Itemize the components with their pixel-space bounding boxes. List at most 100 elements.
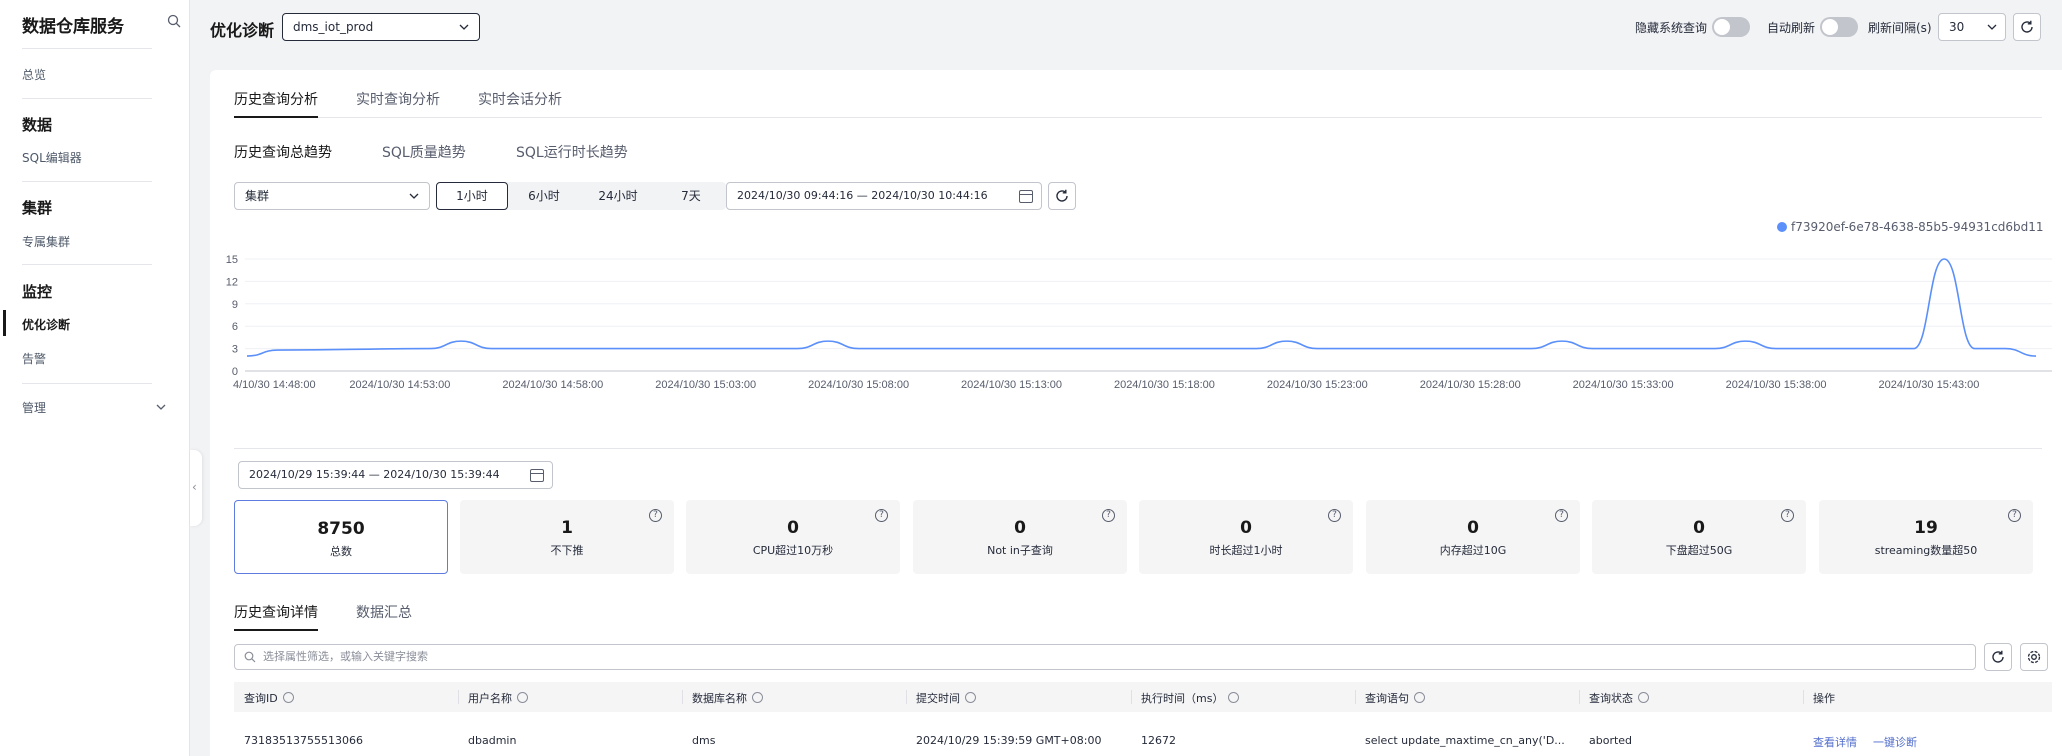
column-header-label: 用户名称 xyxy=(468,692,512,705)
sidebar-collapse-button[interactable]: ‹ xyxy=(190,450,202,526)
help-icon[interactable]: ? xyxy=(1555,509,1568,522)
table-cell-id: 73183513755513066 xyxy=(244,734,363,747)
sort-icon[interactable] xyxy=(517,692,528,703)
sidebar-item-manage[interactable]: 管理 xyxy=(22,399,46,416)
stat-card[interactable]: 0 Not in子查询? xyxy=(913,500,1127,574)
x-tick-label: 2024/10/30 14:53:00 xyxy=(349,379,450,391)
range-1h-button[interactable]: 1小时 xyxy=(436,182,508,210)
calendar-icon xyxy=(1019,190,1033,203)
table-cell-time: 2024/10/29 15:39:59 GMT+08:00 xyxy=(916,734,1102,747)
tab-history-query[interactable]: 历史查询分析 xyxy=(234,89,318,109)
tab-realtime-session[interactable]: 实时会话分析 xyxy=(478,89,562,109)
sidebar: 数据仓库服务 总览 数据 SQL编辑器 集群 专属集群 监控 优化诊断 告警 管… xyxy=(0,0,190,756)
search-placeholder: 选择属性筛选，或输入关键字搜索 xyxy=(263,650,428,663)
sidebar-group-cluster: 集群 xyxy=(22,199,53,217)
hide-system-query-label: 隐藏系统查询 xyxy=(1635,21,1708,35)
stat-label: 总数 xyxy=(330,545,352,558)
table-settings-button[interactable] xyxy=(2020,643,2048,671)
sort-icon[interactable] xyxy=(965,692,976,703)
help-icon[interactable]: ? xyxy=(1328,509,1341,522)
column-header: 操作 xyxy=(1813,690,1835,706)
database-select[interactable]: dms_iot_prod xyxy=(282,13,480,41)
sort-icon[interactable] xyxy=(752,692,763,703)
table-refresh-button[interactable] xyxy=(1984,643,2012,671)
sidebar-item-overview[interactable]: 总览 xyxy=(22,66,46,83)
table-cell-status: aborted xyxy=(1589,734,1633,747)
column-header[interactable]: 提交时间 xyxy=(916,690,976,706)
stat-card[interactable]: 19 streaming数量超50? xyxy=(1819,500,2033,574)
stat-card[interactable]: 0 下盘超过50G? xyxy=(1592,500,1806,574)
sidebar-item-alarm[interactable]: 告警 xyxy=(22,350,46,367)
range-7d-button[interactable]: 7天 xyxy=(656,182,726,210)
stat-card[interactable]: 1 不下推? xyxy=(460,500,674,574)
sidebar-item-optimization[interactable]: 优化诊断 xyxy=(22,316,70,333)
column-header[interactable]: 查询语句 xyxy=(1365,690,1425,706)
tab-history-detail[interactable]: 历史查询详情 xyxy=(234,602,318,622)
sidebar-item-sql-editor[interactable]: SQL编辑器 xyxy=(22,149,82,166)
tab-data-summary[interactable]: 数据汇总 xyxy=(356,602,412,622)
sidebar-item-dedicated-cluster[interactable]: 专属集群 xyxy=(22,233,70,250)
stat-card[interactable]: 0 时长超过1小时? xyxy=(1139,500,1353,574)
sort-icon[interactable] xyxy=(1638,692,1649,703)
stat-value: 0 xyxy=(1467,518,1479,538)
stat-card[interactable]: 0 CPU超过10万秒? xyxy=(686,500,900,574)
database-select-value: dms_iot_prod xyxy=(293,20,374,34)
refresh-icon xyxy=(1992,650,2004,663)
line-chart: 0 3 6 9 12 15 4/10/30 14:48:00 2024/10/30 14:53… xyxy=(226,254,2052,391)
divider xyxy=(22,48,152,49)
sort-icon[interactable] xyxy=(1228,692,1240,703)
subtab-sql-quality[interactable]: SQL质量趋势 xyxy=(382,142,466,162)
x-tick-label: 2024/10/30 15:38:00 xyxy=(1726,379,1827,391)
column-header-label: 执行时间（ms） xyxy=(1141,692,1224,705)
chart-refresh-button[interactable] xyxy=(1048,182,1076,210)
table-cell-sql: select update_maxtime_cn_any('D... xyxy=(1365,734,1565,747)
help-icon[interactable]: ? xyxy=(649,509,662,522)
column-header[interactable]: 用户名称 xyxy=(468,690,528,706)
view-details-link[interactable]: 查看详情 xyxy=(1813,734,1857,750)
main-card: 历史查询分析 实时查询分析 实时会话分析 历史查询总趋势 SQL质量趋势 SQL… xyxy=(210,70,2062,756)
column-divider xyxy=(1803,690,1804,704)
column-header[interactable]: 查询ID xyxy=(244,690,294,706)
tab-realtime-query[interactable]: 实时查询分析 xyxy=(356,89,440,109)
auto-refresh-toggle[interactable] xyxy=(1820,17,1858,37)
divider xyxy=(22,181,152,182)
sort-icon[interactable] xyxy=(282,692,294,703)
range-6h-button[interactable]: 6小时 xyxy=(508,182,580,210)
x-tick-label: 2024/10/30 15:13:00 xyxy=(961,379,1062,391)
column-divider xyxy=(1355,690,1356,704)
table-cell-user: dbadmin xyxy=(468,734,517,747)
diagnose-link[interactable]: 一键诊断 xyxy=(1873,734,1917,750)
help-icon[interactable]: ? xyxy=(1102,509,1115,522)
help-icon[interactable]: ? xyxy=(1781,509,1794,522)
sort-icon[interactable] xyxy=(1414,692,1425,703)
search-input[interactable]: 选择属性筛选，或输入关键字搜索 xyxy=(234,644,1976,670)
column-header-label: 操作 xyxy=(1813,692,1835,705)
help-icon[interactable]: ? xyxy=(2008,509,2021,522)
cluster-select[interactable]: 集群 xyxy=(234,182,430,210)
search-icon[interactable] xyxy=(167,14,181,28)
stat-card[interactable]: 0 内存超过10G? xyxy=(1366,500,1580,574)
column-header[interactable]: 执行时间（ms） xyxy=(1141,690,1240,706)
stat-card[interactable]: 8750 总数 xyxy=(234,500,448,574)
range-24h-button[interactable]: 24小时 xyxy=(580,182,656,210)
chart-date-range-value: 2024/10/30 09:44:16 — 2024/10/30 10:44:1… xyxy=(737,189,988,202)
y-tick-label: 15 xyxy=(226,254,238,266)
help-icon[interactable]: ? xyxy=(875,509,888,522)
refresh-interval-select[interactable]: 30 xyxy=(1938,13,2006,41)
divider xyxy=(22,383,152,384)
chart-date-range-picker[interactable]: 2024/10/30 09:44:16 — 2024/10/30 10:44:1… xyxy=(726,182,1042,210)
stats-date-range-picker[interactable]: 2024/10/29 15:39:44 — 2024/10/30 15:39:4… xyxy=(238,461,553,489)
column-header[interactable]: 查询状态 xyxy=(1589,690,1649,706)
chevron-down-icon[interactable] xyxy=(156,402,166,412)
column-header[interactable]: 数据库名称 xyxy=(692,690,763,706)
subtab-history-trend[interactable]: 历史查询总趋势 xyxy=(234,142,332,162)
refresh-button[interactable] xyxy=(2013,13,2041,41)
hide-system-query-toggle[interactable] xyxy=(1712,17,1750,37)
column-divider xyxy=(458,690,459,704)
refresh-interval-label: 刷新间隔(s) xyxy=(1868,21,1932,35)
column-divider xyxy=(1131,690,1132,704)
table-cell-duration: 12672 xyxy=(1141,734,1176,747)
y-tick-label: 3 xyxy=(232,344,238,356)
stat-value: 0 xyxy=(1240,518,1252,538)
subtab-sql-duration[interactable]: SQL运行时长趋势 xyxy=(516,142,628,162)
